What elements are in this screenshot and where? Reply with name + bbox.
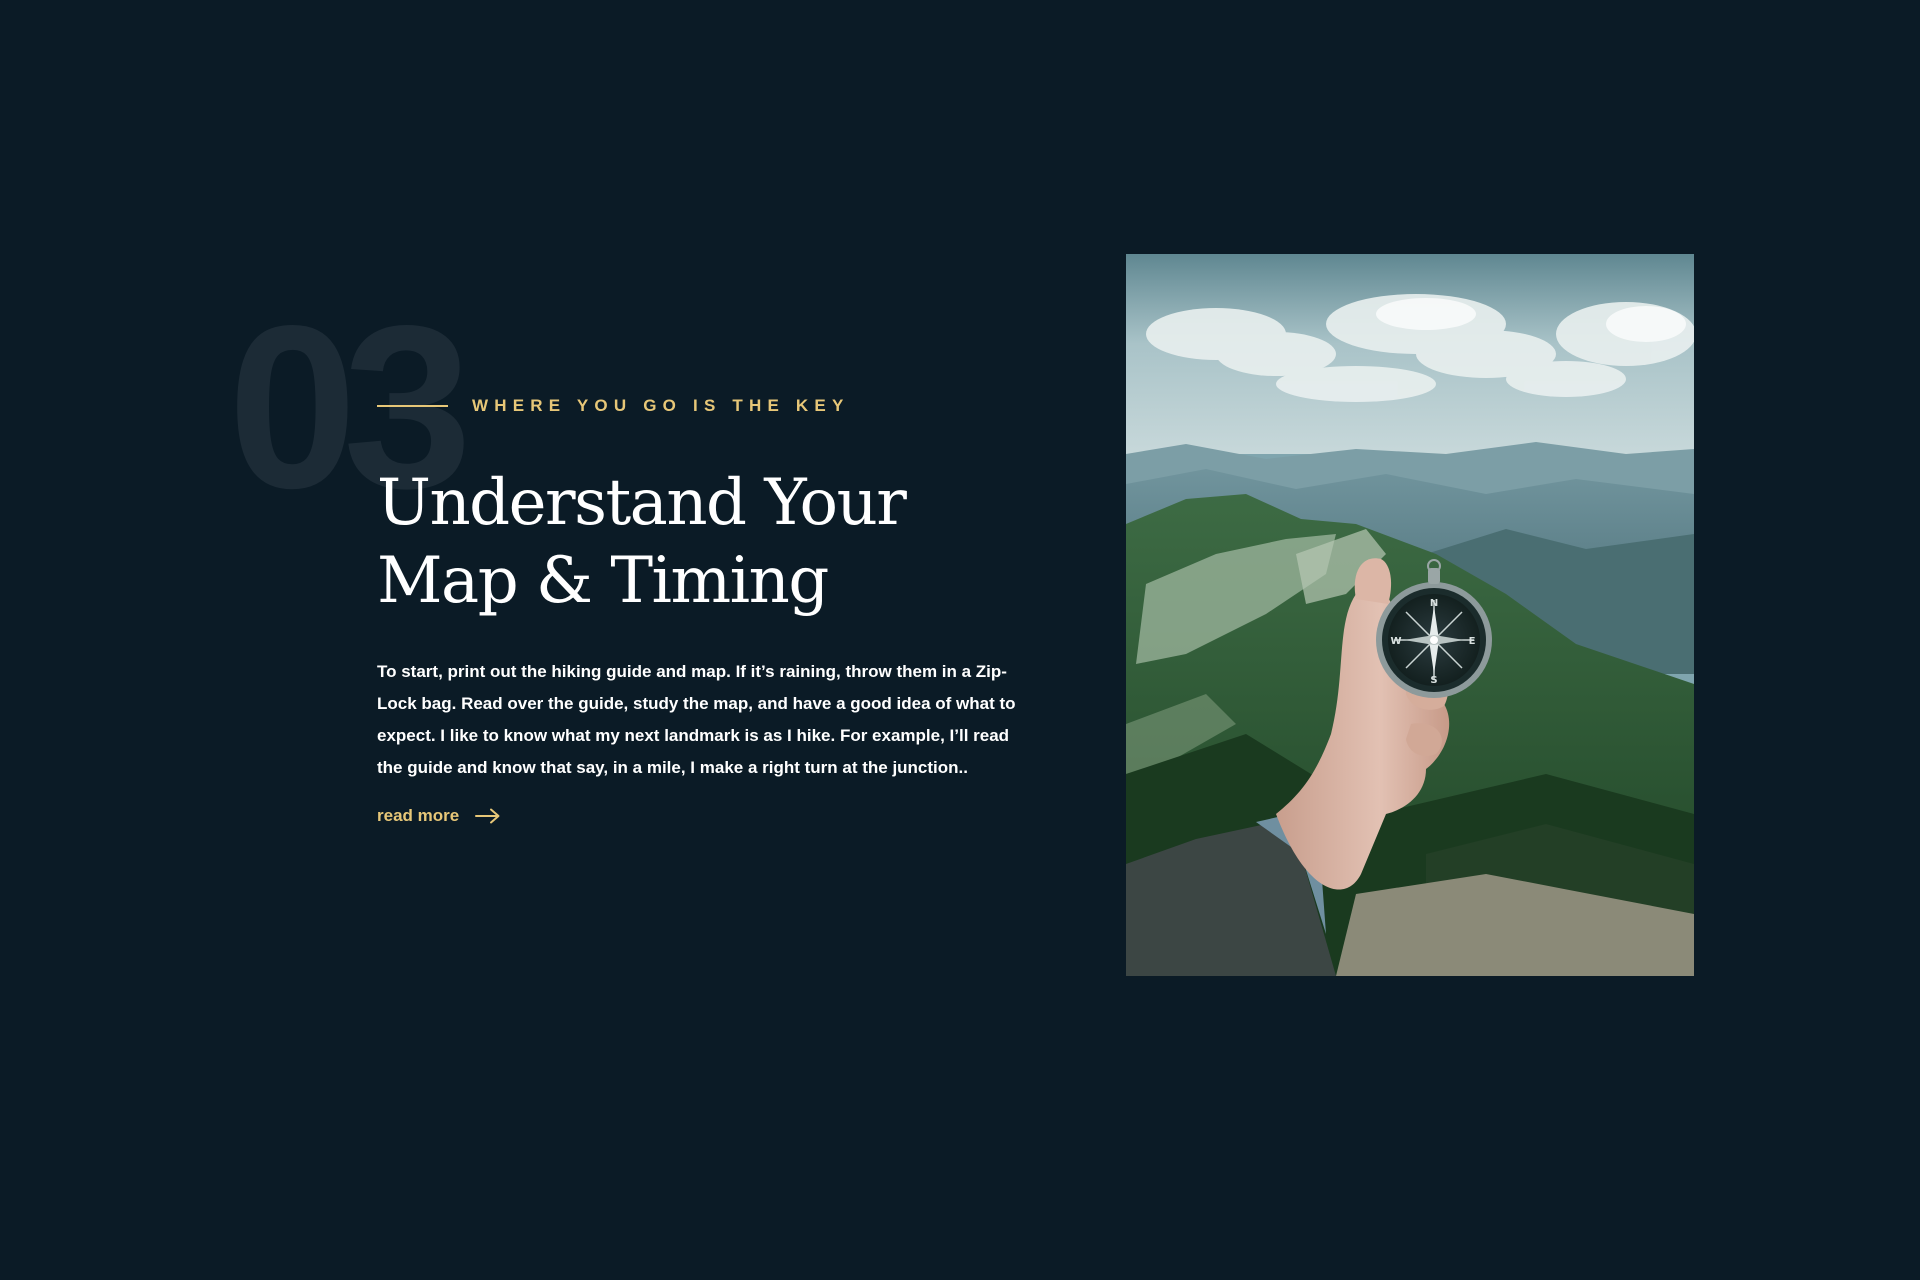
compass-letter-w: W [1390, 636, 1401, 647]
hiking-photo: N E S W [1126, 254, 1694, 976]
compass-mountain-illustration: N E S W [1126, 254, 1694, 976]
read-more-label: read more [377, 806, 460, 825]
title-line-2: Map & Timing [377, 544, 829, 618]
arrow-right-icon [475, 808, 501, 824]
title-line-1: Understand Your [377, 466, 907, 540]
compass-letter-s: S [1430, 675, 1437, 686]
eyebrow: WHERE YOU GO IS THE KEY [377, 390, 1017, 422]
eyebrow-text: WHERE YOU GO IS THE KEY [472, 396, 850, 415]
read-more-link[interactable]: read more [377, 806, 501, 826]
section-title: Understand Your Map & Timing [377, 464, 1017, 620]
body-paragraph: To start, print out the hiking guide and… [377, 662, 1016, 777]
text-column: WHERE YOU GO IS THE KEY Understand Your … [377, 390, 1017, 826]
feature-section: 03 WHERE YOU GO IS THE KEY Understand Yo… [0, 0, 1920, 1280]
compass-letter-e: E [1469, 636, 1476, 647]
eyebrow-line [377, 405, 448, 407]
compass-letter-n: N [1430, 598, 1438, 609]
